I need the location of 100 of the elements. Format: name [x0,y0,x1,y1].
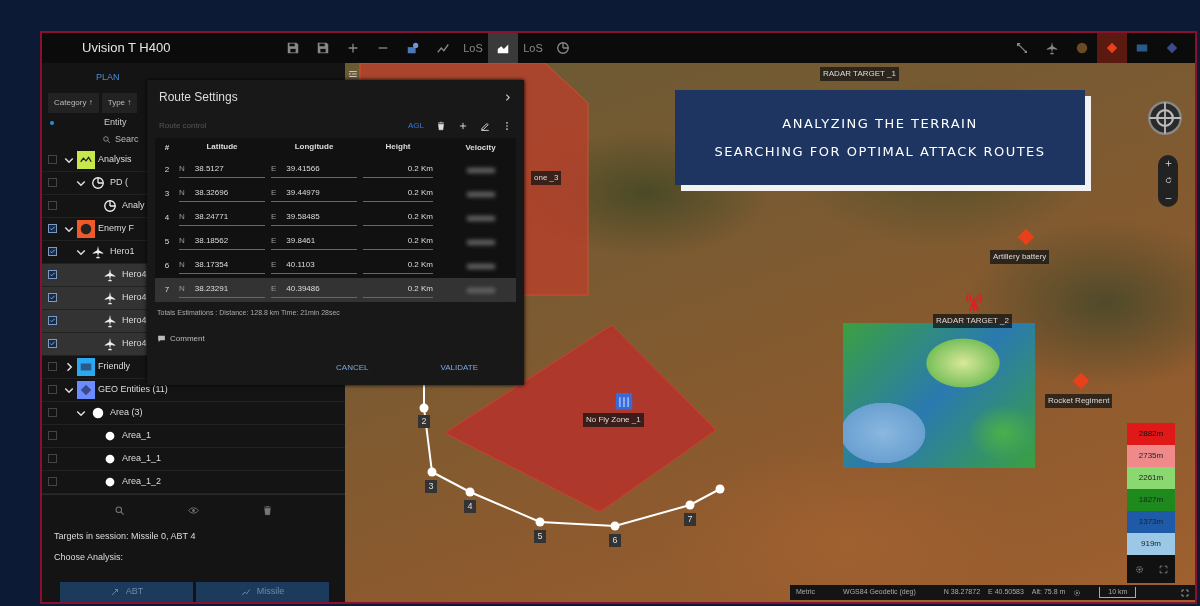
entity-label: Area (3) [110,405,143,419]
table-cell: 38.18562 [194,234,229,247]
legend-item: 2882m [1127,423,1175,445]
save-icon[interactable] [286,41,300,55]
table-cell: 40.1103 [286,258,315,271]
checkbox[interactable] [48,316,57,325]
expand-icon[interactable] [1158,564,1168,574]
jet-icon[interactable] [1045,41,1059,55]
legend-item: 919m [1127,533,1175,555]
column-header: Latitude [205,141,239,153]
plan-tab[interactable]: PLAN [42,63,345,91]
checkbox[interactable] [48,293,57,302]
compass-icon[interactable] [1147,100,1183,136]
save-icon[interactable] [316,41,330,55]
edit-icon[interactable] [480,121,490,131]
map-label: one _3 [531,171,562,185]
column-header: Entity [104,115,127,129]
checkbox[interactable] [48,454,57,463]
blurred-value [466,263,495,269]
table-cell: E [271,162,277,175]
table-row[interactable]: 2 N 38.5127 E 39.41566 0.2 Km [155,158,516,182]
blurred-value [466,239,495,245]
rotate-icon[interactable] [1163,176,1173,186]
gear-icon[interactable] [1073,588,1082,597]
map-label: Rocket Regiment [1045,394,1113,408]
entity-label: Hero4 [122,290,147,304]
trash-icon[interactable] [436,121,446,131]
table-row[interactable]: 5 N 38.18562 E 39.8461 0.2 Km [155,230,516,254]
table-cell: 0.2 Km [363,210,433,226]
plus-icon[interactable] [346,41,360,55]
agl-toggle[interactable]: AGL [408,120,424,132]
plus-icon[interactable] [1163,159,1173,169]
circle-icon[interactable] [1075,41,1089,55]
line-chart-icon[interactable] [436,41,450,55]
entity-label: Area_1_2 [122,474,162,488]
tree-row[interactable]: Area_1_1 [42,447,345,471]
comment-icon[interactable] [157,334,166,343]
status-dot [50,120,54,125]
checkbox[interactable] [48,362,57,371]
entity-label: Friendly [98,359,130,373]
los-button[interactable]: LoS [458,33,488,63]
targets-text: Targets in session: Missile 0, ABT 4 [53,529,197,543]
checkbox[interactable] [48,178,57,187]
entity-label: Area_1 [122,428,152,442]
table-row[interactable]: 6 N 38.17354 E 40.1103 0.2 Km [155,254,516,278]
table-cell: E [271,210,277,223]
legend-item: 2735m [1127,445,1175,467]
dialog-title: Route Settings [159,89,238,106]
blurred-value [466,167,495,173]
waypoint-label: 7 [684,513,696,526]
checkbox[interactable] [48,385,57,394]
table-cell: N [179,210,185,223]
gear-icon[interactable] [1134,564,1144,574]
tree-row[interactable]: Area (3) [42,401,345,425]
entity-label: Hero4 [122,267,147,281]
chevron-right-icon[interactable] [503,92,512,102]
table-cell: E [271,282,277,295]
sort-button[interactable]: Category ↑ [48,92,99,113]
map-label: RADAR TARGET _1 [820,67,899,81]
table-cell: 0.2 Km [363,258,433,274]
toolbar-button[interactable] [488,33,518,63]
table-cell: 39.44979 [286,186,320,199]
checkbox[interactable] [48,224,57,233]
checkbox[interactable] [48,431,57,440]
checkbox[interactable] [48,339,57,348]
map-label: No Fly Zone _1 [583,413,644,427]
waypoint-label: 3 [425,480,437,493]
pie-icon[interactable] [556,41,570,55]
tree-row[interactable]: Area_1_2 [42,470,345,494]
waypoint-label: 2 [418,415,430,428]
table-row[interactable]: 4 N 38.24771 E 39.58485 0.2 Km [155,206,516,230]
checkbox[interactable] [48,477,57,486]
diamond-icon[interactable] [1105,41,1119,55]
eye-icon[interactable] [188,504,199,516]
table-row[interactable]: 7 N 38.23291 E 40.39486 0.2 Km [155,278,516,302]
cancel-button[interactable]: CANCEL [330,361,375,375]
table-row[interactable]: 3 N 38.32696 E 39.44979 0.2 Km [155,182,516,206]
diamond-marker-icon [1015,226,1037,248]
los-button[interactable]: LoS [518,33,548,63]
comment-link[interactable]: Comment [170,332,205,345]
column-header: # [163,142,171,154]
checkbox[interactable] [48,247,57,256]
table-cell: E [271,258,277,271]
table-cell: 39.41566 [286,162,320,175]
collapse-icon[interactable] [348,69,358,79]
table-cell: N [179,234,185,247]
tree-row[interactable]: Area_1 [42,424,345,448]
expand-icon[interactable] [1181,588,1189,597]
sort-button[interactable]: Type ↑ [101,92,138,113]
map-layers-icon[interactable] [406,41,420,55]
table-cell: 38.24771 [194,210,229,223]
map-label: RADAR TARGET _2 [933,314,1012,328]
checkbox[interactable] [48,270,57,279]
table-cell: E [271,186,277,199]
zoom-control[interactable] [1158,155,1178,207]
table-cell: 38.17354 [194,258,229,271]
checkbox[interactable] [48,408,57,417]
checkbox[interactable] [48,155,57,164]
checkbox[interactable] [48,201,57,210]
validate-button[interactable]: VALIDATE [434,361,484,375]
